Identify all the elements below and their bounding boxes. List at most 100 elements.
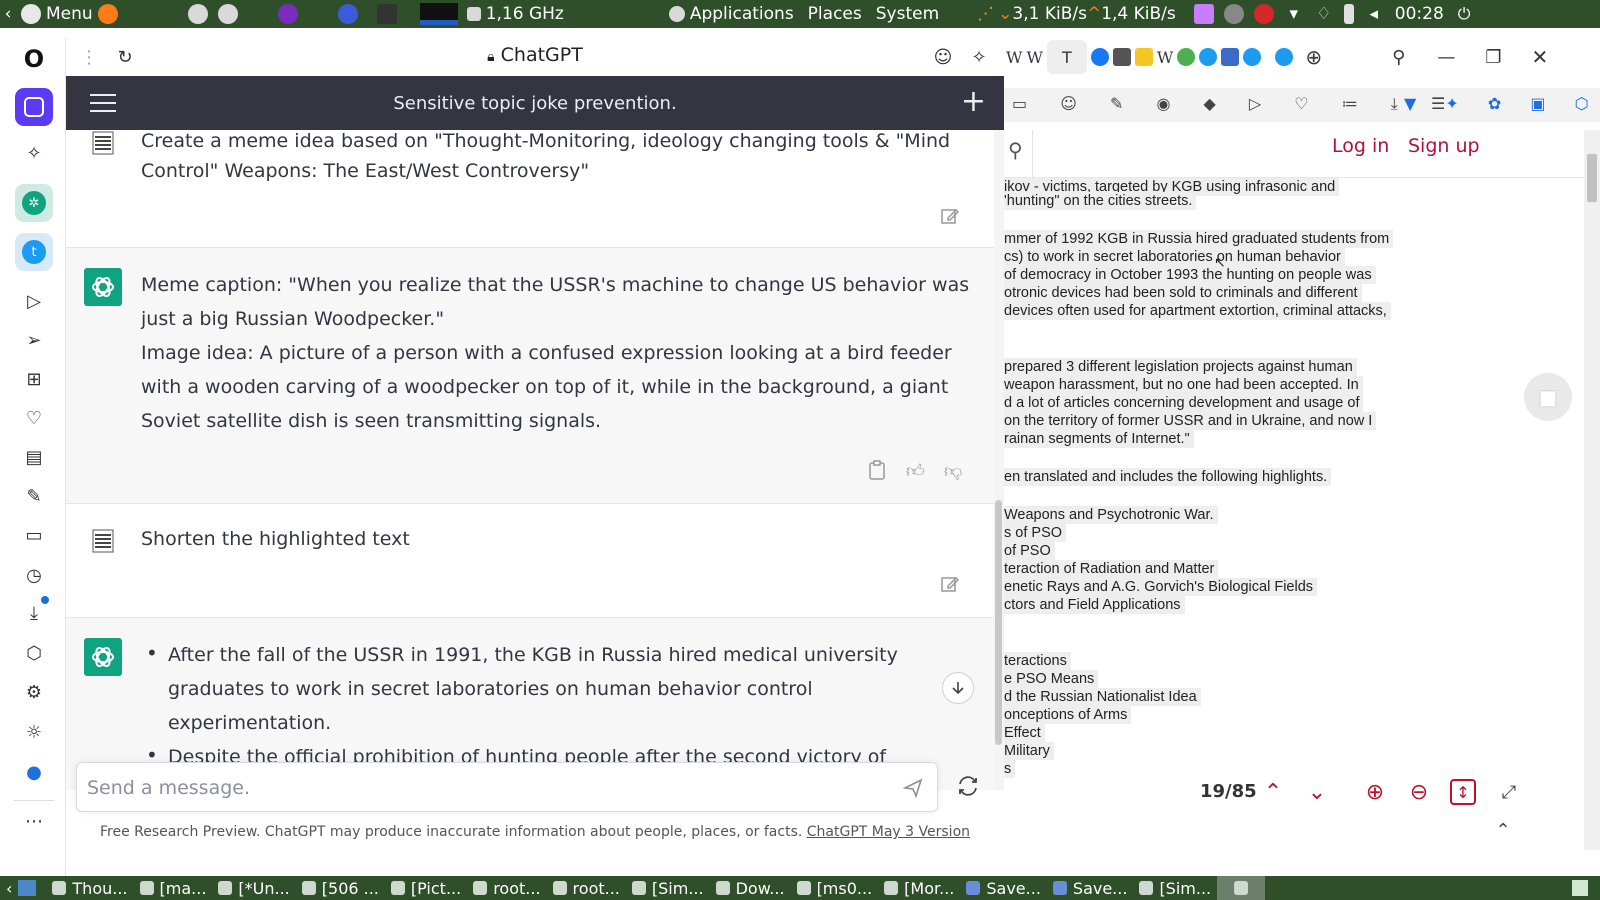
aria-icon[interactable]: ✧ xyxy=(15,134,53,172)
taskbar-left-arrow[interactable]: ‹ xyxy=(0,876,18,900)
tab-twitter-icon[interactable] xyxy=(1199,48,1218,66)
opera-icon[interactable] xyxy=(337,4,358,24)
trash-icon[interactable] xyxy=(1572,880,1588,896)
terminal-icon[interactable] xyxy=(376,4,397,24)
taskbar-task[interactable]: [Sim... xyxy=(626,876,710,900)
workspace-icon[interactable] xyxy=(15,88,53,126)
clock[interactable]: 00:28 xyxy=(1395,4,1444,24)
tab-chrome-icon[interactable] xyxy=(1177,48,1196,66)
zoom-out-icon[interactable]: ⊖ xyxy=(1406,779,1432,805)
accessibility-icon[interactable] xyxy=(187,4,208,24)
show-desktop-icon[interactable] xyxy=(18,880,37,896)
new-chat-plus-icon[interactable]: + xyxy=(961,87,986,117)
tab-twitter-icon[interactable] xyxy=(1243,48,1262,66)
taskbar-task-active[interactable] xyxy=(1217,876,1266,900)
thumbs-down-icon[interactable]: 👎︎ xyxy=(944,460,964,482)
send-icon[interactable] xyxy=(902,778,923,799)
taskbar-task[interactable]: [*Un... xyxy=(212,876,295,900)
scroll-top-icon[interactable]: ⌃ xyxy=(1490,817,1516,843)
places-menu[interactable]: Places xyxy=(808,4,862,24)
taskbar-task[interactable]: Save... xyxy=(1047,876,1134,900)
tab-grid-icon[interactable] xyxy=(1221,48,1240,66)
opera-logo-icon[interactable]: O xyxy=(15,40,53,78)
messages-scrollbar[interactable] xyxy=(994,130,1004,790)
bulb-icon[interactable]: ☼ xyxy=(15,713,53,751)
signup-link[interactable]: Sign up xyxy=(1408,135,1480,157)
close-window-icon[interactable]: ✕ xyxy=(1531,45,1548,69)
pinboard-icon[interactable]: ✎ xyxy=(15,477,53,515)
system-menu[interactable]: System xyxy=(876,4,939,24)
fit-page-icon[interactable]: ↕ xyxy=(1450,779,1476,805)
floating-lock-button[interactable]: ■ xyxy=(1524,373,1572,421)
edit-icon[interactable] xyxy=(940,206,960,226)
pin-icon[interactable]: ✧ xyxy=(968,46,990,68)
regenerate-icon[interactable] xyxy=(956,774,980,798)
send-icon[interactable]: ➢ xyxy=(15,321,53,359)
tray-mic-icon[interactable] xyxy=(1223,4,1244,24)
fullscreen-icon[interactable]: ⤢ xyxy=(1496,779,1522,805)
thumbs-up-icon[interactable]: 👍︎ xyxy=(906,460,926,482)
applications-menu[interactable]: Applications xyxy=(690,4,794,24)
firefox-icon[interactable] xyxy=(97,4,118,24)
taskbar-task[interactable]: root... xyxy=(547,876,626,900)
power-icon[interactable]: ⏻ xyxy=(1458,4,1471,24)
panel-left-arrow[interactable]: ‹ xyxy=(0,0,16,28)
bell-icon[interactable]: ♢ xyxy=(1314,4,1334,24)
edit-icon[interactable] xyxy=(940,574,960,594)
tab-active-chatgpt-icon[interactable]: T xyxy=(1046,40,1087,74)
scroll-to-bottom-button[interactable] xyxy=(942,672,974,704)
taskbar-task[interactable]: [ma... xyxy=(134,876,213,900)
zoom-in-icon[interactable]: ⊕ xyxy=(1362,779,1388,805)
tab-twitter-icon[interactable] xyxy=(1275,48,1294,66)
messenger-icon[interactable]: ● xyxy=(15,753,53,791)
apps-icon[interactable]: ⊞ xyxy=(15,360,53,398)
minimize-icon[interactable]: — xyxy=(1437,47,1455,68)
prev-page-icon[interactable]: ⌃ xyxy=(1260,779,1286,805)
next-page-icon[interactable]: ⌄ xyxy=(1304,779,1330,805)
tab-bar-icon[interactable] xyxy=(1134,48,1153,66)
copy-icon[interactable] xyxy=(868,460,888,480)
taskbar-task[interactable]: Dow... xyxy=(710,876,791,900)
taskbar-task[interactable]: [506 ... xyxy=(296,876,385,900)
settings-icon[interactable]: ⚙ xyxy=(15,673,53,711)
tray-record-icon[interactable] xyxy=(1253,4,1274,24)
volume-icon[interactable]: ◂ xyxy=(1364,4,1384,24)
search-icon[interactable]: ⚲ xyxy=(1008,138,1023,162)
more-icon[interactable]: ⋯ xyxy=(15,802,53,840)
taskbar-task[interactable]: [Mor... xyxy=(878,876,960,900)
settings-gears-icon[interactable] xyxy=(217,4,238,24)
tab-google-apps-icon[interactable] xyxy=(1112,48,1131,66)
search-tabs-icon[interactable]: ⚲ xyxy=(1392,47,1405,68)
main-menu-button[interactable]: Menu xyxy=(16,0,93,28)
tray-app-icon[interactable] xyxy=(1193,4,1214,24)
login-link[interactable]: Log in xyxy=(1332,135,1389,157)
message-input[interactable] xyxy=(87,773,867,803)
heart-icon[interactable]: ♡ xyxy=(15,399,53,437)
tab-wiki-icon[interactable]: W xyxy=(1026,48,1042,67)
battery-icon[interactable] xyxy=(1343,4,1354,24)
chatgpt-icon[interactable]: ✲ xyxy=(15,184,53,222)
taskbar-task[interactable]: [Sim... xyxy=(1133,876,1217,900)
taskbar-task[interactable]: [ms0... xyxy=(791,876,879,900)
tab-wiki-icon[interactable]: W xyxy=(1006,48,1022,67)
maximize-icon[interactable]: ❐ xyxy=(1485,47,1501,68)
emoji-icon[interactable]: ☺ xyxy=(932,46,954,68)
tab-wiki-icon[interactable]: W xyxy=(1157,48,1173,67)
box-icon[interactable]: ⬡ xyxy=(15,634,53,672)
tabs-icon[interactable]: ▭ xyxy=(15,516,53,554)
messages-scrollbar-thumb[interactable] xyxy=(995,500,1002,745)
taskbar-task[interactable]: Save... xyxy=(960,876,1047,900)
page-scrollbar-thumb[interactable] xyxy=(1587,154,1597,202)
twitter-icon[interactable]: t xyxy=(15,233,53,271)
wifi-icon[interactable]: ▾ xyxy=(1284,4,1304,24)
podcast-icon[interactable] xyxy=(277,4,298,24)
tab-facebook-icon[interactable] xyxy=(1090,48,1109,66)
taskbar-task[interactable]: Thou... xyxy=(46,876,133,900)
taskbar-task[interactable]: [Pict... xyxy=(385,876,467,900)
taskbar-task[interactable]: root... xyxy=(467,876,546,900)
version-link[interactable]: ChatGPT May 3 Version xyxy=(807,824,970,840)
downloads-icon[interactable]: ⤓ xyxy=(15,594,53,632)
news-icon[interactable]: ▤ xyxy=(15,438,53,476)
page-scrollbar[interactable] xyxy=(1584,130,1600,850)
history-icon[interactable]: ◷ xyxy=(15,556,53,594)
